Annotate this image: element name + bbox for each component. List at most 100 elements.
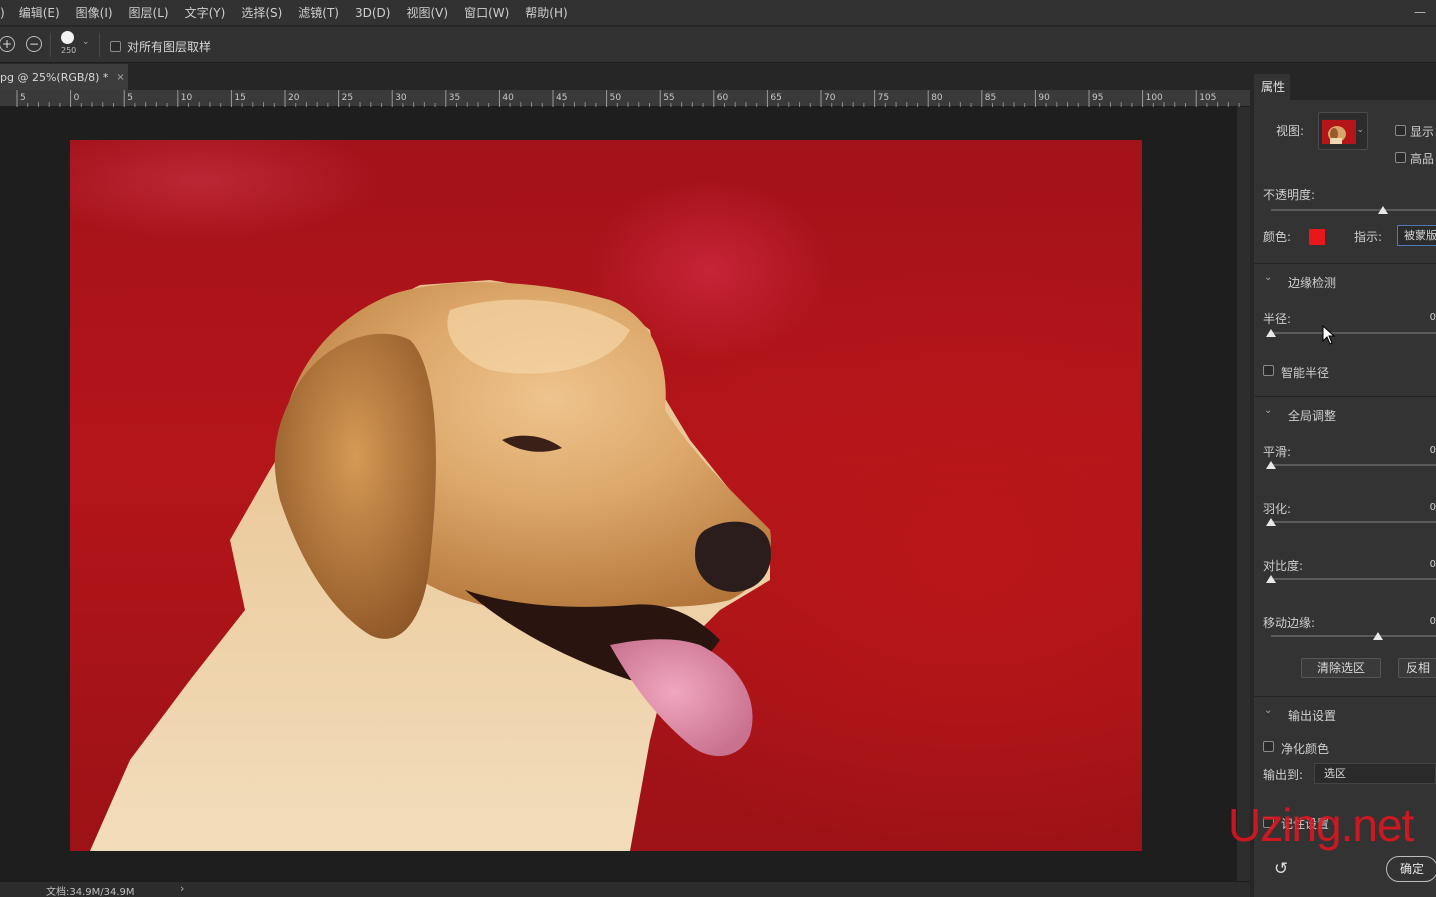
edge-detection-title: 边缘检测 (1288, 276, 1337, 290)
ruler-label: 25 (342, 93, 353, 103)
menu-item-layer[interactable]: 图层(L) (121, 4, 177, 21)
menu-item-3d[interactable]: 3D(D) (347, 6, 398, 20)
contrast-value[interactable]: 0 (1430, 559, 1436, 570)
feather-slider[interactable] (1266, 517, 1436, 527)
ruler-label: 50 (610, 93, 622, 103)
ok-button[interactable]: 确定 (1386, 856, 1436, 882)
global-refinements-title: 全局调整 (1288, 409, 1337, 423)
ruler-label: 55 (663, 93, 674, 103)
panel-tab-row: 属性 (1254, 74, 1436, 100)
menu-item-edit[interactable]: 编辑(E) (11, 4, 68, 21)
clear-selection-button[interactable]: 清除选区 (1301, 658, 1381, 678)
minimize-button[interactable]: — (1412, 4, 1428, 20)
view-mode-preview-icon (1322, 120, 1356, 144)
brush-dropdown-caret-icon[interactable]: ⌄ (82, 37, 90, 47)
document-tab[interactable]: pg @ 25%(RGB/8) * × (0, 64, 128, 90)
smart-radius-label: 智能半径 (1281, 366, 1330, 380)
ruler-label: 35 (449, 93, 460, 103)
menu-item-image[interactable]: 图像(I) (68, 4, 121, 21)
sample-all-layers-option[interactable]: 对所有图层取样 (110, 38, 211, 55)
document-tab-bar: pg @ 25%(RGB/8) * × (0, 64, 1250, 90)
menu-item-help[interactable]: 帮助(H) (517, 4, 575, 21)
menu-item-partial[interactable]: ) (0, 6, 11, 20)
decontaminate-colors-label: 净化颜色 (1281, 742, 1330, 756)
divider (1254, 396, 1436, 397)
menu-bar: ) 编辑(E) 图像(I) 图层(L) 文字(Y) 选择(S) 滤镜(T) 3D… (0, 0, 1436, 26)
radius-value[interactable]: 0 (1430, 312, 1436, 323)
output-to-select[interactable]: 选区 (1314, 763, 1436, 784)
menu-item-filter[interactable]: 滤镜(T) (290, 4, 347, 21)
reset-icon[interactable]: ↺ (1274, 859, 1288, 879)
invert-button[interactable]: 反相 (1398, 658, 1436, 678)
shift-edge-slider-thumb[interactable] (1373, 632, 1383, 640)
document-image[interactable] (70, 140, 1142, 851)
add-to-selection-icon[interactable]: + (0, 36, 15, 52)
feather-slider-thumb[interactable] (1266, 518, 1276, 526)
menu-item-view[interactable]: 视图(V) (398, 4, 456, 21)
show-edge-checkbox[interactable] (1395, 125, 1406, 136)
chevron-down-icon: ⌄ (1264, 272, 1273, 283)
smooth-label: 平滑: (1263, 445, 1292, 459)
smart-radius-checkbox[interactable] (1263, 365, 1274, 376)
ruler-label: 20 (288, 93, 300, 103)
ruler-label: 75 (878, 93, 889, 103)
indicate-select[interactable]: 被蒙版 (1397, 225, 1436, 246)
menu-item-select[interactable]: 选择(S) (233, 4, 290, 21)
opacity-slider-thumb[interactable] (1378, 206, 1388, 214)
properties-panel: 属性 视图: ⌄ 显示 高品 不透明度: 颜色: 指示: 被蒙版 ⌄ 边缘检测 … (1250, 64, 1436, 897)
horizontal-ruler: 5 0 5 10 15 20 25 30 35 40 45 50 55 60 65 70 75 80 85 90 95 1… (0, 90, 1250, 107)
sample-all-layers-checkbox[interactable] (110, 41, 121, 52)
opacity-slider[interactable] (1271, 205, 1436, 215)
status-menu-arrow-icon[interactable]: › (180, 882, 184, 895)
brush-preset-icon[interactable] (61, 31, 74, 44)
shift-edge-slider[interactable] (1271, 631, 1436, 641)
radius-slider-track (1271, 332, 1436, 334)
ruler-label: 60 (717, 93, 729, 103)
contrast-label: 对比度: (1263, 559, 1304, 573)
radius-slider[interactable] (1266, 328, 1436, 338)
contrast-slider[interactable] (1266, 574, 1436, 584)
ruler-label: 95 (1092, 93, 1103, 103)
high-quality-checkbox[interactable] (1395, 152, 1406, 163)
shift-edge-value[interactable]: 0 (1430, 616, 1436, 627)
separator (99, 33, 100, 57)
feather-value[interactable]: 0 (1430, 502, 1436, 513)
view-mode-dropdown[interactable]: ⌄ (1318, 112, 1368, 150)
divider (1254, 263, 1436, 264)
decontaminate-colors-checkbox[interactable] (1263, 741, 1274, 752)
menu-item-window[interactable]: 窗口(W) (456, 4, 517, 21)
ruler-label: 100 (1146, 93, 1163, 103)
vertical-scrollbar[interactable] (1237, 107, 1250, 881)
global-refinements-header[interactable]: ⌄ 全局调整 (1254, 400, 1436, 430)
chevron-down-icon: ⌄ (1356, 125, 1364, 135)
tab-properties[interactable]: 属性 (1254, 74, 1290, 100)
ruler-label: 105 (1199, 93, 1216, 103)
mouse-cursor-icon (1322, 325, 1336, 345)
close-tab-icon[interactable]: × (116, 72, 124, 83)
brush-size-label: 250 (61, 46, 77, 55)
contrast-slider-thumb[interactable] (1266, 575, 1276, 583)
ruler-label: 10 (181, 93, 193, 103)
smooth-value[interactable]: 0 (1430, 445, 1436, 456)
smooth-slider-thumb[interactable] (1266, 461, 1276, 469)
subtract-from-selection-icon[interactable]: − (26, 36, 42, 52)
ruler-label: 45 (556, 93, 567, 103)
chevron-down-icon: ⌄ (1264, 405, 1273, 416)
status-bar: 文档:34.9M/34.9M › (0, 881, 1250, 897)
separator (50, 33, 51, 57)
color-label: 颜色: (1263, 230, 1292, 244)
divider (1254, 696, 1436, 697)
ruler-label: 15 (234, 93, 245, 103)
output-settings-header[interactable]: ⌄ 输出设置 (1254, 700, 1436, 730)
document-size-readout[interactable]: 文档:34.9M/34.9M (46, 883, 135, 897)
feather-label: 羽化: (1263, 502, 1292, 516)
opacity-label: 不透明度: (1263, 188, 1316, 202)
golden-retriever-photo (90, 280, 771, 851)
indicate-label: 指示: (1354, 230, 1383, 244)
edge-detection-header[interactable]: ⌄ 边缘检测 (1254, 267, 1436, 297)
overlay-color-swatch[interactable] (1308, 228, 1326, 246)
radius-slider-thumb[interactable] (1266, 329, 1276, 337)
smooth-slider[interactable] (1266, 460, 1436, 470)
ruler-label: 5 (127, 93, 133, 103)
menu-item-type[interactable]: 文字(Y) (177, 4, 234, 21)
